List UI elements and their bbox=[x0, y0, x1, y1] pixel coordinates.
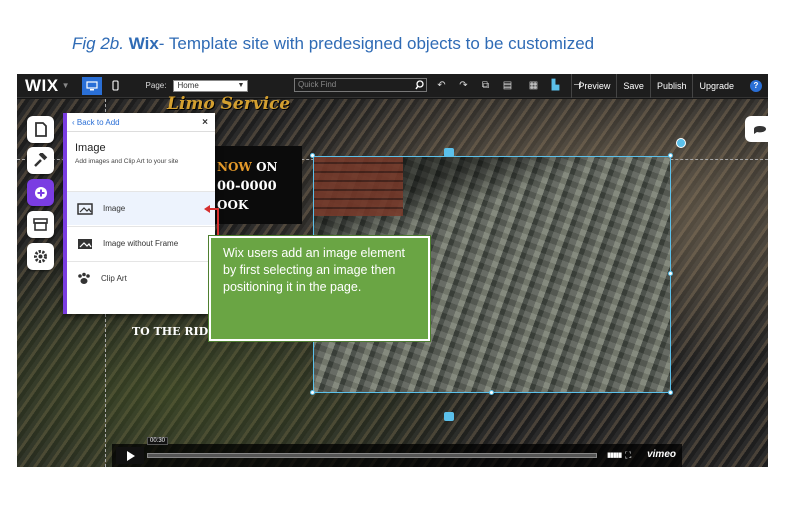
wix-logo[interactable]: WIX bbox=[25, 76, 59, 96]
fullscreen-icon[interactable]: ⛶ bbox=[625, 450, 631, 461]
chat-icon bbox=[754, 126, 766, 134]
play-icon bbox=[126, 450, 135, 461]
resize-handle[interactable] bbox=[668, 271, 673, 276]
app-market-tool[interactable] bbox=[27, 211, 54, 238]
page-select[interactable]: Home ▼ bbox=[173, 79, 249, 92]
panel-item-clip-art[interactable]: Clip Art bbox=[67, 262, 215, 295]
call-now-highlight: NOW bbox=[217, 160, 252, 174]
panel-header: ‹ Back to Add × bbox=[67, 113, 215, 132]
video-progress-bar[interactable] bbox=[147, 453, 597, 458]
vimeo-logo[interactable]: vimeo bbox=[647, 449, 676, 460]
video-time: 00:30 bbox=[147, 437, 169, 445]
back-label: Back to Add bbox=[76, 117, 120, 127]
layers-icon[interactable]: ▙ bbox=[549, 79, 562, 92]
paste-icon[interactable]: ▤ bbox=[501, 79, 514, 92]
gear-icon bbox=[34, 250, 47, 263]
chevron-down-icon: ▼ bbox=[237, 81, 245, 89]
rotate-handle-icon[interactable] bbox=[676, 138, 686, 148]
resize-handle[interactable] bbox=[489, 390, 494, 395]
grid-icon[interactable]: ▦ bbox=[527, 79, 540, 92]
quick-find-placeholder: Quick Find bbox=[298, 80, 337, 89]
add-image-panel: ‹ Back to Add × Image Add images and Cli… bbox=[63, 113, 215, 314]
quick-find-input[interactable]: Quick Find bbox=[294, 78, 427, 92]
resize-handle[interactable] bbox=[668, 153, 673, 158]
clip-art-paw-icon bbox=[78, 272, 90, 284]
desktop-view-button[interactable] bbox=[81, 76, 102, 95]
image-icon bbox=[77, 202, 93, 215]
back-to-add-link[interactable]: ‹ Back to Add bbox=[72, 118, 120, 127]
anchor-top-icon[interactable] bbox=[444, 148, 454, 157]
store-icon bbox=[33, 218, 48, 231]
play-button[interactable] bbox=[116, 447, 144, 464]
annotation-callout: Wix users add an image element by first … bbox=[208, 235, 431, 342]
mobile-view-button[interactable] bbox=[106, 77, 126, 95]
image-no-frame-icon bbox=[78, 238, 92, 249]
site-ride-text[interactable]: TO THE RIDE bbox=[132, 325, 217, 338]
design-tool[interactable] bbox=[27, 147, 54, 174]
search-icon[interactable] bbox=[415, 80, 424, 94]
arrowhead-icon bbox=[204, 205, 210, 213]
topbar-actions: Preview Save Publish Upgrade bbox=[571, 74, 740, 98]
mobile-icon bbox=[112, 80, 119, 91]
panel-item-image[interactable]: Image bbox=[67, 192, 215, 225]
figure: Fig 2b. Wix- Template site with predesig… bbox=[0, 0, 794, 511]
resize-handle[interactable] bbox=[668, 390, 673, 395]
close-icon[interactable]: × bbox=[202, 117, 208, 128]
panel-item-label: Image bbox=[103, 204, 126, 213]
upgrade-button[interactable]: Upgrade bbox=[692, 74, 740, 98]
panel-item-image-without-frame[interactable]: Image without Frame bbox=[67, 227, 215, 260]
figure-caption: Fig 2b. Wix- Template site with predesig… bbox=[72, 34, 594, 54]
copy-icon[interactable]: ⧉ bbox=[479, 79, 492, 92]
save-button[interactable]: Save bbox=[616, 74, 650, 98]
annotation-connector bbox=[217, 209, 219, 238]
help-icon[interactable]: ? bbox=[750, 80, 762, 92]
site-book[interactable]: OOK bbox=[217, 198, 248, 212]
video-player-bar: 00:30 ▮▮▮▮▮ ⛶ vimeo bbox=[112, 437, 682, 467]
panel-item-label: Image without Frame bbox=[103, 239, 179, 248]
panel-item-label: Clip Art bbox=[101, 274, 127, 283]
site-call-now[interactable]: NOW ON bbox=[217, 160, 278, 174]
publish-button[interactable]: Publish bbox=[649, 74, 693, 98]
site-phone[interactable]: 00-0000 bbox=[217, 179, 277, 194]
volume-icon[interactable]: ▮▮▮▮▮ bbox=[607, 451, 622, 459]
call-now-on: ON bbox=[251, 160, 278, 174]
resize-handle[interactable] bbox=[310, 153, 315, 158]
caption-figure-number: Fig 2b. bbox=[72, 34, 124, 53]
add-tool[interactable] bbox=[27, 179, 54, 206]
wix-editor-screenshot: WIX ▼ Page: Home ▼ Quick Find ↶ ↷ ⧉ ▤ ▦ … bbox=[17, 74, 768, 467]
page-select-value: Home bbox=[177, 80, 199, 90]
resize-handle[interactable] bbox=[310, 390, 315, 395]
preview-button[interactable]: Preview bbox=[571, 74, 616, 98]
pages-tool[interactable] bbox=[27, 116, 54, 143]
caption-text: - Template site with predesigned objects… bbox=[158, 34, 595, 53]
page-label: Page: bbox=[145, 81, 167, 90]
page-icon bbox=[35, 122, 47, 137]
redo-icon[interactable]: ↷ bbox=[457, 79, 470, 92]
logo-menu-chevron-icon[interactable]: ▼ bbox=[62, 81, 70, 90]
desktop-icon bbox=[85, 80, 98, 90]
anchor-bottom-icon[interactable] bbox=[444, 412, 454, 421]
undo-icon[interactable]: ↶ bbox=[435, 79, 448, 92]
editor-topbar: WIX ▼ Page: Home ▼ Quick Find ↶ ↷ ⧉ ▤ ▦ … bbox=[17, 74, 768, 98]
site-brand-title[interactable]: Limo Service bbox=[167, 94, 290, 114]
panel-description: Add images and Clip Art to your site bbox=[75, 158, 179, 165]
hammer-icon bbox=[34, 153, 48, 167]
plus-circle-icon bbox=[34, 186, 47, 199]
panel-title: Image bbox=[75, 142, 106, 154]
caption-brand: Wix bbox=[128, 34, 159, 53]
right-side-chip[interactable] bbox=[745, 116, 768, 142]
settings-tool[interactable] bbox=[27, 243, 54, 270]
